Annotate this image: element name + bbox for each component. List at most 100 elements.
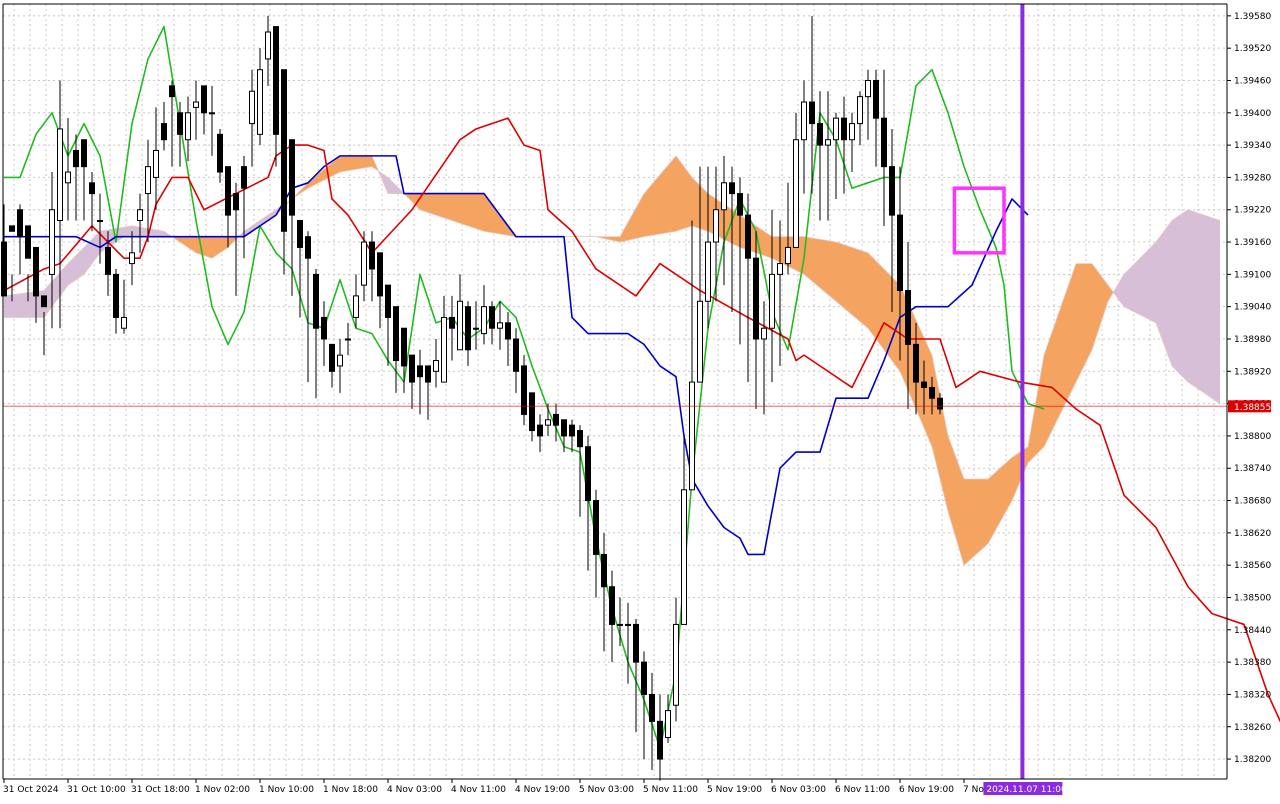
bearish-candle-body xyxy=(633,623,639,663)
bullish-candle-body xyxy=(777,263,783,275)
bearish-candle-body xyxy=(401,327,407,367)
bearish-candle-body xyxy=(305,236,311,259)
x-tick-label: 31 Oct 18:00 xyxy=(131,785,190,795)
bullish-candle-body xyxy=(833,117,839,141)
bullish-candle-body xyxy=(625,623,631,626)
bullish-candle-body xyxy=(689,381,695,491)
bearish-candle-body xyxy=(489,306,495,329)
bullish-candle-body xyxy=(49,209,55,275)
bearish-candle-body xyxy=(25,225,31,259)
bearish-candle-body xyxy=(913,343,919,383)
y-tick-label: 1.38680 xyxy=(1234,497,1271,507)
bullish-candle-body xyxy=(825,139,831,146)
x-tick-label: 1 Nov 18:00 xyxy=(323,785,378,795)
chart-canvas[interactable]: 1.39580 1.39520 1.39460 1.39400 1.39340 1.392… xyxy=(0,0,1280,800)
y-tick-label: 1.39460 xyxy=(1234,76,1271,86)
bearish-candle-body xyxy=(513,338,519,372)
bearish-candle-body xyxy=(313,273,319,329)
bullish-candle-body xyxy=(849,123,855,141)
bearish-candle-body xyxy=(225,166,231,216)
x-tick-label: 6 Nov 19:00 xyxy=(899,785,954,795)
bearish-candle-body xyxy=(385,284,391,318)
y-tick-label: 1.39280 xyxy=(1234,173,1271,183)
bearish-candle-body xyxy=(649,693,655,722)
bearish-candle-body xyxy=(873,79,879,119)
y-tick-label: 1.38260 xyxy=(1234,723,1271,733)
bearish-candle-body xyxy=(281,69,287,232)
cursor-time-label: 2024.11.07 11:00 xyxy=(986,785,1067,795)
bullish-candle-body xyxy=(617,623,623,626)
y-tick-label: 1.39160 xyxy=(1234,238,1271,248)
bullish-candle-body xyxy=(153,149,159,178)
y-tick-label: 1.38620 xyxy=(1234,529,1271,539)
x-tick-label: 1 Nov 02:00 xyxy=(195,785,250,795)
bearish-candle-body xyxy=(505,322,511,340)
bearish-candle-body xyxy=(593,500,599,555)
bullish-candle-body xyxy=(185,112,191,141)
x-tick-label: 5 Nov 03:00 xyxy=(579,785,634,795)
x-tick-label: 4 Nov 03:00 xyxy=(387,785,442,795)
bullish-candle-body xyxy=(65,171,71,184)
bearish-candle-body xyxy=(881,117,887,168)
bearish-candle-body xyxy=(569,424,575,437)
bearish-candle-body xyxy=(889,166,895,216)
bullish-candle-body xyxy=(865,79,871,98)
bullish-candle-body xyxy=(337,354,343,367)
current-price-label: 1.38855 xyxy=(1234,403,1271,413)
x-tick-label: 5 Nov 11:00 xyxy=(643,785,698,795)
bearish-candle-body xyxy=(465,306,471,351)
x-tick-label: 5 Nov 19:00 xyxy=(707,785,762,795)
bearish-candle-body xyxy=(537,424,543,437)
bearish-candle-body xyxy=(161,123,167,141)
bearish-candle-body xyxy=(929,386,935,399)
bullish-candle-body xyxy=(441,316,447,383)
y-tick-label: 1.38560 xyxy=(1234,561,1271,571)
bearish-candle-body xyxy=(905,290,911,345)
bullish-candle-body xyxy=(497,322,503,329)
bearish-candle-body xyxy=(553,413,559,426)
bearish-candle-body xyxy=(289,139,295,216)
bullish-candle-body xyxy=(481,306,487,335)
bearish-candle-body xyxy=(113,273,119,318)
bearish-candle-body xyxy=(601,553,607,588)
bearish-candle-body xyxy=(377,252,383,297)
bullish-candle-body xyxy=(857,96,863,125)
bearish-candle-body xyxy=(561,419,567,437)
bearish-candle-body xyxy=(585,446,591,502)
bullish-candle-body xyxy=(353,295,359,318)
bullish-candle-body xyxy=(801,101,807,141)
bearish-candle-body xyxy=(201,85,207,114)
bearish-candle-body xyxy=(41,295,47,308)
bullish-candle-body xyxy=(145,166,151,195)
x-tick-label: 4 Nov 11:00 xyxy=(451,785,506,795)
bullish-candle-body xyxy=(769,273,775,329)
bullish-candle-body xyxy=(665,710,671,739)
bearish-candle-body xyxy=(1,241,7,297)
bearish-candle-body xyxy=(609,586,615,625)
bullish-candle-body xyxy=(265,31,271,60)
bullish-candle-body xyxy=(793,139,799,248)
bearish-candle-body xyxy=(841,117,847,141)
bullish-candle-body xyxy=(257,69,263,135)
candle[interactable] xyxy=(521,355,527,426)
bullish-candle-body xyxy=(121,316,127,329)
y-tick-label: 1.39400 xyxy=(1234,109,1271,119)
bearish-candle-body xyxy=(169,85,175,98)
y-tick-label: 1.38320 xyxy=(1234,690,1271,700)
bearish-candle-body xyxy=(577,430,583,448)
x-tick-label: 6 Nov 03:00 xyxy=(771,785,826,795)
bearish-candle-body xyxy=(529,392,535,432)
bullish-candle-body xyxy=(129,252,135,265)
bullish-candle-body xyxy=(345,338,351,341)
bearish-candle-body xyxy=(449,316,455,329)
bearish-candle-body xyxy=(393,306,399,362)
bearish-candle-body xyxy=(241,166,247,189)
bearish-candle-body xyxy=(657,720,663,760)
bearish-candle-body xyxy=(105,246,111,275)
y-tick-label: 1.38380 xyxy=(1234,658,1271,668)
bearish-candle-body xyxy=(217,133,223,173)
bullish-candle-body xyxy=(361,241,367,286)
bearish-candle-body xyxy=(321,316,327,340)
bearish-candle-body xyxy=(297,220,303,248)
ichimoku-chart[interactable]: 1.39580 1.39520 1.39460 1.39400 1.39340 1.392… xyxy=(0,0,1280,800)
